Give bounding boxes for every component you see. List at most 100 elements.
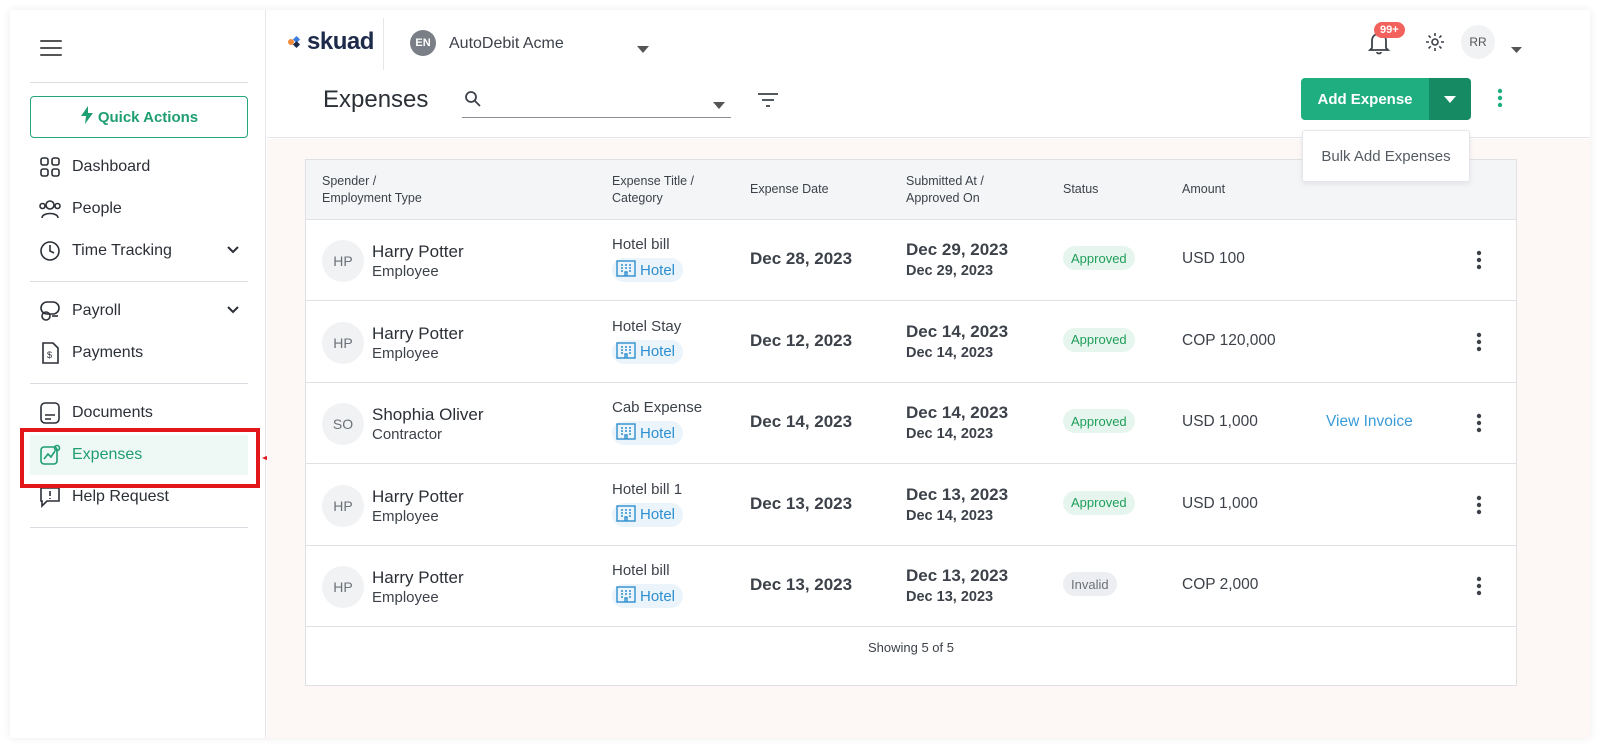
filter-icon[interactable]: [757, 92, 779, 113]
sidebar-item-time-tracking[interactable]: Time Tracking: [30, 231, 248, 271]
row-more-options-icon[interactable]: [1476, 250, 1482, 275]
top-header: skuad EN AutoDebit Acme 99+ RR Expenses: [267, 10, 1590, 138]
caret-down-icon[interactable]: [637, 40, 649, 58]
submitted-at: Dec 13, 2023: [906, 566, 1009, 585]
sidebar-divider: [30, 527, 248, 528]
sidebar-item-label: Time Tracking: [72, 242, 172, 259]
chevron-down-icon[interactable]: [224, 241, 242, 264]
notification-badge: 99+: [1374, 22, 1405, 38]
org-name[interactable]: AutoDebit Acme: [449, 35, 564, 53]
status-badge: Approved: [1063, 327, 1135, 352]
spender-name: Harry Potter: [372, 486, 464, 506]
hotel-icon: [616, 341, 636, 363]
row-more-options-icon[interactable]: [1476, 332, 1482, 357]
add-expense-dropdown-button[interactable]: [1429, 78, 1471, 120]
sidebar-item-dashboard[interactable]: Dashboard: [30, 147, 248, 187]
spender-initials-avatar: HP: [322, 240, 364, 282]
submitted-at: Dec 13, 2023: [906, 484, 1009, 504]
status-badge: Approved: [1063, 409, 1135, 433]
category-chip: Hotel: [612, 421, 684, 445]
org-badge: EN: [410, 30, 436, 56]
spender-initials-avatar: HP: [322, 566, 364, 608]
category-label: Hotel: [640, 587, 676, 605]
row-more-options-icon[interactable]: [1476, 576, 1482, 601]
clock-icon: [38, 239, 62, 263]
approved-on: Dec 14, 2023: [906, 344, 994, 361]
hotel-icon: [616, 585, 636, 607]
caret-down-icon: [1444, 95, 1456, 103]
add-expense-button[interactable]: Add Expense: [1301, 78, 1429, 120]
sidebar-item-documents[interactable]: Documents: [30, 393, 248, 433]
expense-title: Hotel bill: [612, 562, 670, 579]
employment-type: Employee: [372, 589, 439, 606]
header-line: Employment Type: [322, 191, 422, 205]
bulk-add-expenses-menu-item[interactable]: Bulk Add Expenses: [1302, 130, 1470, 182]
caret-down-icon[interactable]: [713, 96, 725, 114]
header-line: Approved On: [906, 191, 980, 205]
sidebar-item-label: Dashboard: [72, 158, 151, 175]
category-chip: Hotel: [612, 258, 684, 282]
hotel-icon: [616, 504, 636, 526]
sidebar-divider: [30, 82, 248, 83]
sidebar-item-label: Payroll: [72, 302, 121, 319]
pagination-summary: Showing 5 of 5: [867, 640, 954, 655]
expense-date: Dec 14, 2023: [750, 412, 853, 431]
view-invoice-link[interactable]: View Invoice: [1326, 413, 1413, 431]
skuad-logo[interactable]: skuad: [287, 28, 374, 56]
gear-icon[interactable]: [1425, 32, 1445, 57]
employment-type: Contractor: [372, 426, 443, 443]
column-header-submitted[interactable]: Submitted At / Approved On: [906, 173, 984, 207]
column-header-amount[interactable]: Amount: [1182, 181, 1225, 198]
approved-on: Dec 13, 2023: [906, 589, 994, 605]
category-chip: Hotel: [612, 584, 684, 608]
expense-date: Dec 13, 2023: [750, 493, 853, 513]
expense-date: Dec 12, 2023: [750, 330, 853, 350]
expense-amount: USD 1,000: [1182, 494, 1258, 512]
search-input[interactable]: [462, 82, 731, 118]
people-icon: [38, 197, 62, 221]
expense-title: Cab Expense: [612, 399, 703, 416]
more-options-icon[interactable]: [1497, 88, 1503, 113]
expense-date: Dec 28, 2023: [750, 249, 853, 268]
status-badge: Approved: [1063, 490, 1135, 515]
approved-on: Dec 14, 2023: [906, 507, 994, 524]
spender-name: Shophia Oliver: [372, 405, 484, 424]
sidebar-item-payments[interactable]: $ Payments: [30, 333, 248, 373]
category-chip: Hotel: [612, 339, 684, 364]
table-row[interactable]: HP Harry Potter Employee Hotel bill Hotel Dec…: [306, 546, 1516, 627]
sidebar: Quick Actions Dashboard People Time Trac…: [10, 10, 266, 738]
sidebar-item-label: Payments: [72, 344, 144, 361]
table-row[interactable]: HP Harry Potter Employee Hotel bill Hotel Dec…: [306, 220, 1516, 301]
spender-initials-avatar: HP: [322, 321, 364, 364]
header-line: Expense Title /: [612, 174, 694, 188]
chevron-down-icon[interactable]: [224, 301, 242, 324]
header-line: Category: [612, 191, 663, 205]
bolt-icon: [80, 106, 94, 128]
row-more-options-icon[interactable]: [1476, 413, 1482, 438]
category-label: Hotel: [640, 343, 676, 360]
expense-title: Hotel bill 1: [612, 480, 683, 498]
column-header-date[interactable]: Expense Date: [750, 181, 829, 198]
documents-icon: [38, 401, 62, 425]
table-row[interactable]: SO Shophia Oliver Contractor Cab Expense Hot…: [306, 383, 1516, 464]
hamburger-menu-icon[interactable]: [40, 40, 62, 56]
svg-text:$: $: [47, 350, 52, 360]
table-row[interactable]: HP Harry Potter Employee Hotel bill 1 Hotel D…: [306, 465, 1516, 546]
category-label: Hotel: [640, 506, 676, 523]
row-more-options-icon[interactable]: [1476, 495, 1482, 520]
table-row[interactable]: HP Harry Potter Employee Hotel Stay Hotel Dec…: [306, 302, 1516, 383]
expense-amount: COP 120,000: [1182, 331, 1276, 349]
caret-down-icon[interactable]: [1511, 40, 1522, 58]
status-badge: Invalid: [1063, 572, 1117, 596]
sidebar-divider: [30, 383, 248, 384]
status-badge: Approved: [1063, 246, 1135, 270]
column-header-title[interactable]: Expense Title / Category: [612, 173, 694, 207]
user-avatar[interactable]: RR: [1461, 25, 1495, 59]
page-title: Expenses: [323, 86, 429, 113]
column-header-status[interactable]: Status: [1063, 181, 1098, 198]
sidebar-item-payroll[interactable]: Payroll: [30, 291, 248, 331]
quick-actions-button[interactable]: Quick Actions: [30, 96, 248, 138]
column-header-spender[interactable]: Spender / Employment Type: [322, 173, 422, 207]
sidebar-item-people[interactable]: People: [30, 189, 248, 229]
submitted-at: Dec 14, 2023: [906, 321, 1009, 341]
